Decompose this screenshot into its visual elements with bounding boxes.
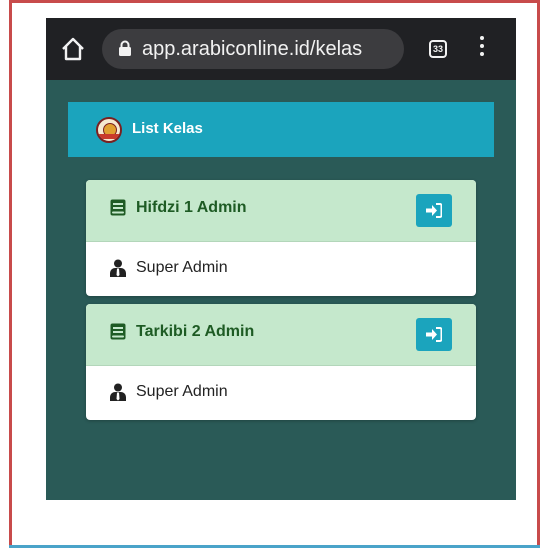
book-icon	[110, 199, 126, 216]
sign-in-icon	[426, 203, 442, 218]
class-card-header: Hifdzi 1 Admin	[86, 180, 476, 242]
page-header: List Kelas	[68, 102, 494, 157]
url-text: app.arabiconline.id/kelas	[142, 38, 363, 60]
enter-class-button[interactable]	[416, 318, 452, 351]
class-name: Tarkibi 2 Admin	[136, 323, 255, 340]
class-card: Tarkibi 2 Admin Super Admin	[86, 304, 476, 420]
home-icon[interactable]	[60, 36, 86, 62]
user-tie-icon	[110, 259, 126, 277]
class-owner: Super Admin	[136, 259, 228, 276]
class-card-body: Super Admin	[86, 366, 476, 420]
arabic-online-logo	[96, 117, 122, 143]
enter-class-button[interactable]	[416, 194, 452, 227]
phone-screen: app.arabiconline.id/kelas 33 List Kelas …	[46, 18, 516, 500]
more-vert-icon[interactable]	[476, 36, 488, 62]
class-card-header: Tarkibi 2 Admin	[86, 304, 476, 366]
class-card: Hifdzi 1 Admin Super Admin	[86, 180, 476, 296]
lock-icon	[119, 40, 131, 56]
book-icon	[110, 323, 126, 340]
page-title: List Kelas	[132, 120, 203, 137]
class-card-body: Super Admin	[86, 242, 476, 296]
browser-toolbar: app.arabiconline.id/kelas 33	[46, 18, 516, 80]
sign-in-icon	[426, 327, 442, 342]
bottom-border	[9, 545, 540, 548]
user-tie-icon	[110, 383, 126, 401]
class-name: Hifdzi 1 Admin	[136, 199, 247, 216]
tab-switcher-button[interactable]: 33	[429, 40, 447, 58]
class-owner: Super Admin	[136, 383, 228, 400]
address-bar[interactable]: app.arabiconline.id/kelas	[102, 29, 404, 69]
